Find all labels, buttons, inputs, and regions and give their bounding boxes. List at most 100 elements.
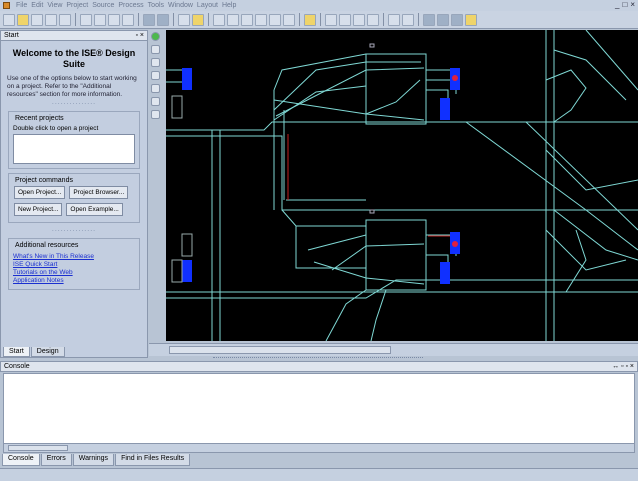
console-controls[interactable]: ↔ ▫ ▫ ×	[612, 363, 634, 370]
save-icon[interactable]	[31, 13, 43, 26]
menu-tools[interactable]: Tools	[148, 2, 164, 9]
console-output[interactable]	[3, 373, 635, 453]
console-tabs: Console Errors Warnings Find in Files Re…	[2, 454, 191, 466]
scrollbar-thumb[interactable]	[8, 445, 68, 451]
start-panel-title: Start	[4, 32, 19, 39]
window-list-icon[interactable]	[367, 13, 379, 26]
routing-traces	[166, 29, 638, 342]
status-bar	[0, 468, 638, 481]
project-browser-button[interactable]: Project Browser...	[69, 186, 129, 199]
copy-icon[interactable]	[94, 13, 106, 26]
tab-errors[interactable]: Errors	[40, 454, 72, 466]
menu-layout[interactable]: Layout	[197, 2, 218, 9]
tile-vertical-icon[interactable]	[339, 13, 351, 26]
menu-view[interactable]: View	[47, 2, 62, 9]
menu-help[interactable]: Help	[222, 2, 236, 9]
toolbar-separator	[320, 13, 321, 26]
tab-find-in-files[interactable]: Find in Files Results	[115, 454, 191, 466]
toolbar-separator	[173, 13, 174, 26]
float-icon[interactable]: ▫	[135, 32, 137, 39]
select-icon[interactable]	[283, 13, 295, 26]
tab-console[interactable]: Console	[2, 454, 40, 466]
menu-process[interactable]: Process	[118, 2, 143, 9]
undo-icon[interactable]	[143, 13, 155, 26]
maximize-button[interactable]: □	[622, 1, 627, 9]
tab-design[interactable]: Design	[30, 347, 65, 357]
toolbar-separator	[75, 13, 76, 26]
tutorials-link[interactable]: Tutorials on the Web	[13, 269, 135, 277]
hint-icon[interactable]	[465, 13, 477, 26]
toolbar-separator	[208, 13, 209, 26]
close-panel-icon[interactable]: ×	[140, 32, 144, 39]
intro-text: Use one of the options below to start wo…	[7, 75, 137, 98]
implement-icon[interactable]	[388, 13, 400, 26]
zoom-in-icon[interactable]	[213, 13, 225, 26]
run-icon[interactable]	[423, 13, 435, 26]
document-icon[interactable]	[151, 58, 160, 67]
menu-project[interactable]: Project	[66, 2, 88, 9]
pane-splitter[interactable]	[213, 357, 423, 360]
console-header: Console ↔ ▫ ▫ ×	[0, 361, 638, 372]
toolbar-separator	[138, 13, 139, 26]
layout-icon[interactable]	[304, 13, 316, 26]
info-icon[interactable]	[151, 110, 160, 119]
quick-start-link[interactable]: ISE Quick Start	[13, 261, 135, 269]
open-example-button[interactable]: Open Example...	[66, 203, 123, 216]
recent-projects-list[interactable]	[13, 134, 135, 164]
net-icon[interactable]	[151, 97, 160, 106]
tab-start[interactable]: Start	[3, 347, 30, 357]
close-button[interactable]: ×	[630, 1, 635, 9]
toolbar	[0, 11, 638, 29]
find-in-files-icon[interactable]	[192, 13, 204, 26]
minimize-button[interactable]: _	[615, 1, 619, 9]
paste-icon[interactable]	[108, 13, 120, 26]
menu-file[interactable]: File	[16, 2, 27, 9]
menu-source[interactable]: Source	[92, 2, 114, 9]
separator: ...............	[51, 99, 97, 106]
zoom-fit-icon[interactable]	[241, 13, 253, 26]
layout-horizontal-scrollbar[interactable]	[149, 343, 638, 356]
console-title: Console	[4, 363, 30, 370]
tab-warnings[interactable]: Warnings	[72, 454, 115, 466]
whats-new-link[interactable]: What's New in This Release	[13, 253, 135, 261]
critical-path	[287, 134, 456, 237]
menu-window[interactable]: Window	[168, 2, 193, 9]
additional-resources-title: Additional resources	[13, 242, 81, 249]
tile-horizontal-icon[interactable]	[325, 13, 337, 26]
cascade-icon[interactable]	[353, 13, 365, 26]
zoom-area-icon[interactable]	[255, 13, 267, 26]
console-horizontal-scrollbar[interactable]	[3, 443, 635, 453]
start-panel: Start ▫ × Welcome to the ISE® Design Sui…	[0, 30, 148, 358]
scrollbar-thumb[interactable]	[169, 346, 391, 354]
menu-edit[interactable]: Edit	[31, 2, 43, 9]
new-project-button[interactable]: New Project...	[14, 203, 63, 216]
rerun-icon[interactable]	[437, 13, 449, 26]
redo-icon[interactable]	[157, 13, 169, 26]
delete-icon[interactable]	[122, 13, 134, 26]
open-file-icon[interactable]	[17, 13, 29, 26]
start-panel-tabs: Start Design	[0, 343, 148, 357]
app-icon	[3, 2, 10, 9]
device-layout-view[interactable]	[166, 29, 638, 342]
go-icon[interactable]	[151, 32, 160, 41]
open-project-button[interactable]: Open Project...	[14, 186, 66, 199]
refresh-icon[interactable]	[269, 13, 281, 26]
find-icon[interactable]	[178, 13, 190, 26]
io-pads-left	[171, 68, 193, 283]
app-notes-link[interactable]: Application Notes	[13, 277, 135, 285]
zoom-out-icon[interactable]	[227, 13, 239, 26]
routing-graphic	[166, 29, 638, 342]
help-query-icon[interactable]	[402, 13, 414, 26]
properties-icon[interactable]	[151, 71, 160, 80]
layout-tool-strip	[149, 30, 163, 340]
stop-icon[interactable]	[451, 13, 463, 26]
route-icon[interactable]	[151, 84, 160, 93]
save-all-icon[interactable]	[45, 13, 57, 26]
cut-icon[interactable]	[80, 13, 92, 26]
project-commands-group: Project commands Open Project... Project…	[8, 173, 140, 223]
welcome-heading: Welcome to the ISE® Design Suite	[12, 48, 136, 69]
additional-resources-group: Additional resources What's New in This …	[8, 238, 140, 290]
print-icon[interactable]	[59, 13, 71, 26]
new-file-icon[interactable]	[3, 13, 15, 26]
select-tool-icon[interactable]	[151, 45, 160, 54]
